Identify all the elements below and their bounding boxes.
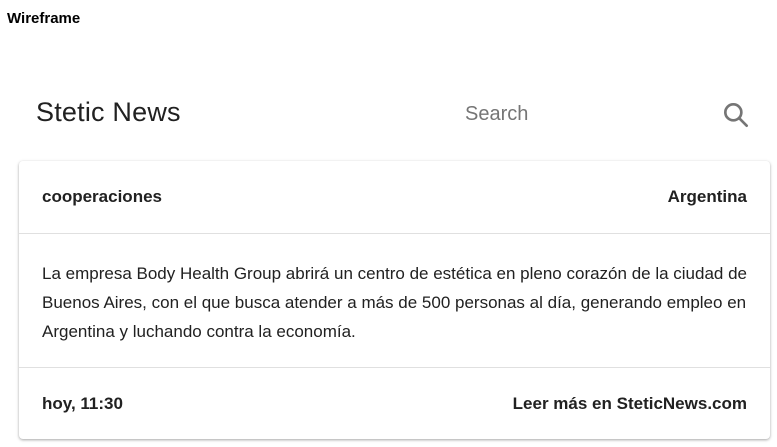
card-footer: hoy, 11:30 Leer más en SteticNews.com bbox=[19, 367, 770, 440]
wireframe-label: Wireframe bbox=[7, 10, 81, 27]
read-more-link[interactable]: Leer más en SteticNews.com bbox=[513, 394, 747, 414]
card-header: cooperaciones Argentina bbox=[19, 161, 770, 234]
search-box[interactable] bbox=[465, 103, 665, 126]
search-icon[interactable] bbox=[720, 99, 752, 131]
article-country: Argentina bbox=[667, 187, 747, 206]
article-category: cooperaciones bbox=[42, 187, 162, 206]
news-card: cooperaciones Argentina La empresa Body … bbox=[19, 161, 770, 439]
article-body: La empresa Body Health Group abrirá un c… bbox=[42, 264, 748, 341]
page: Wireframe Stetic News cooperaciones Arge… bbox=[0, 0, 777, 447]
brand-title: Stetic News bbox=[36, 97, 181, 127]
app-header: Stetic News bbox=[36, 95, 752, 137]
search-input[interactable] bbox=[465, 103, 645, 126]
article-time: hoy, 11:30 bbox=[42, 394, 123, 413]
